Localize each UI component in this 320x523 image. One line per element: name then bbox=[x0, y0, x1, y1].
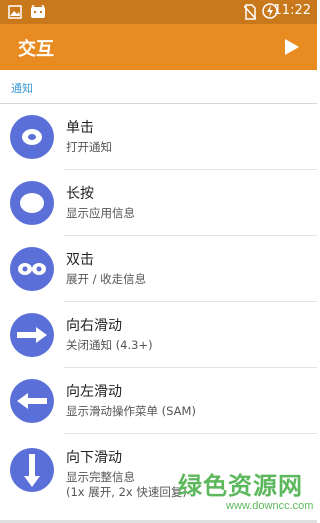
list-item-subtitle: 关闭通知 (4.3+) bbox=[66, 338, 153, 352]
swipe-down-icon bbox=[10, 448, 54, 492]
status-bar: 11:22 bbox=[0, 0, 317, 24]
list-item-title: 双击 bbox=[66, 252, 94, 268]
watermark-url: www.downcc.com bbox=[226, 500, 314, 512]
list-item-subtitle: 打开通知 bbox=[66, 140, 112, 154]
list-item-subtitle: 显示完整信息 bbox=[66, 470, 135, 484]
swipe-left-icon bbox=[10, 379, 54, 423]
long-press-icon bbox=[10, 181, 54, 225]
list-item-title: 单击 bbox=[66, 120, 94, 136]
list-item-subtitle: 显示应用信息 bbox=[66, 206, 135, 220]
list-item-subtitle: 显示滑动操作菜单 (SAM) bbox=[66, 404, 196, 418]
list-item-swipe-right[interactable]: 向右滑动 关闭通知 (4.3+) bbox=[0, 302, 317, 368]
list-item-title: 向右滑动 bbox=[66, 318, 122, 334]
list-item-single-tap[interactable]: 单击 打开通知 bbox=[0, 104, 317, 170]
list-item-double-tap[interactable]: 双击 展开 / 收走信息 bbox=[0, 236, 317, 302]
swipe-right-icon bbox=[10, 313, 54, 357]
status-time: 11:22 bbox=[273, 3, 311, 18]
image-icon bbox=[8, 4, 22, 23]
list-item-title: 向左滑动 bbox=[66, 384, 122, 400]
app-bar: 交互 bbox=[0, 24, 317, 70]
list-item-long-press[interactable]: 长按 显示应用信息 bbox=[0, 170, 317, 236]
section-header: 通知 bbox=[0, 70, 317, 104]
no-sim-icon bbox=[243, 4, 257, 24]
page-title: 交互 bbox=[18, 39, 54, 60]
single-tap-icon bbox=[10, 115, 54, 159]
list-item-title: 长按 bbox=[66, 186, 94, 202]
list-item-subtitle-extra: (1x 展开, 2x 快速回复) bbox=[66, 485, 187, 499]
android-icon bbox=[30, 4, 46, 23]
watermark: 绿色资源网 www.downcc.com bbox=[178, 466, 313, 518]
double-tap-icon bbox=[10, 247, 54, 291]
list-item-swipe-left[interactable]: 向左滑动 显示滑动操作菜单 (SAM) bbox=[0, 368, 317, 434]
list-item-title: 向下滑动 bbox=[66, 450, 122, 466]
section-header-label: 通知 bbox=[11, 82, 33, 95]
watermark-title: 绿色资源网 bbox=[178, 472, 303, 500]
play-icon[interactable] bbox=[279, 35, 303, 59]
list-item-subtitle: 展开 / 收走信息 bbox=[66, 272, 147, 286]
settings-list: 通知 单击 打开通知 长按 显示应用信息 双击 展开 / 收走信息 向右滑动 关… bbox=[0, 70, 317, 523]
